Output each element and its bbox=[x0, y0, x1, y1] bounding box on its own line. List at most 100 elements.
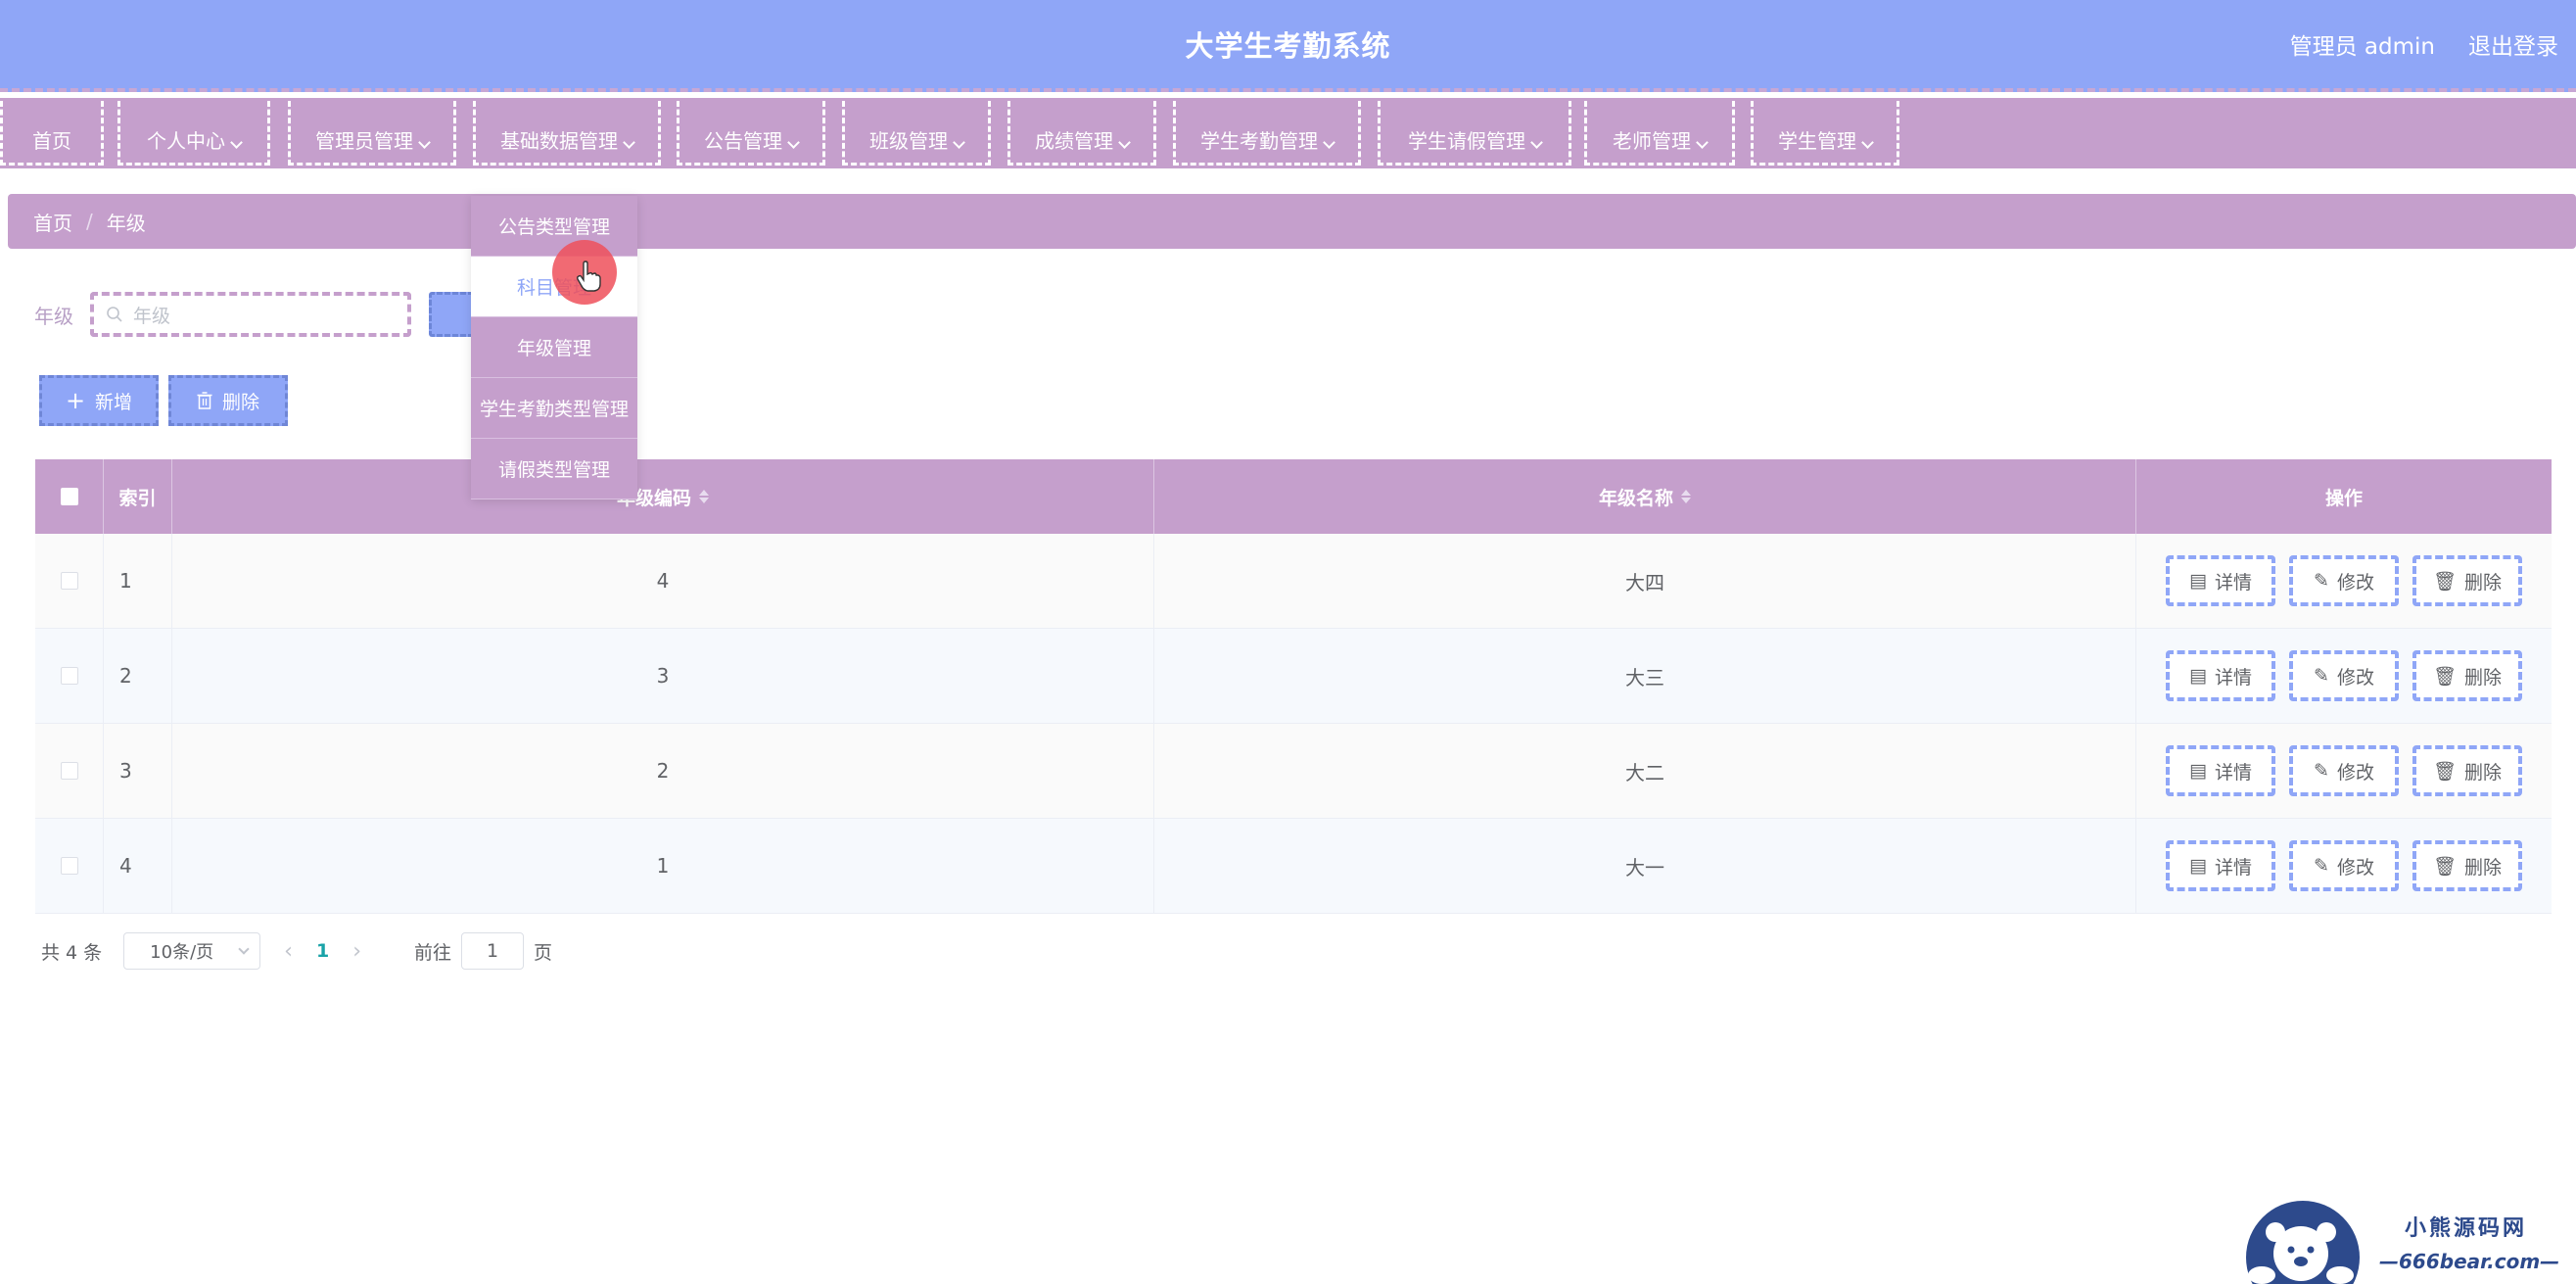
table-row: 1 4 大四 ▤ 详情 ✎ 修改 🗑 删除 bbox=[35, 534, 2552, 629]
batch-delete-label: 删除 bbox=[221, 391, 259, 413]
header-select-all[interactable] bbox=[35, 459, 104, 534]
nav-item-attendance[interactable]: 学生考勤管理 bbox=[1173, 101, 1361, 166]
logout-link[interactable]: 退出登录 bbox=[2468, 27, 2558, 61]
search-button[interactable] bbox=[429, 292, 474, 337]
cell-operations: ▤ 详情 ✎ 修改 🗑 删除 bbox=[2136, 724, 2552, 818]
current-user-label: 管理员 admin bbox=[2289, 34, 2435, 60]
detail-label: 详情 bbox=[2214, 571, 2252, 594]
nav-item-label: 成绩管理 bbox=[1035, 129, 1113, 153]
edit-button[interactable]: ✎ 修改 bbox=[2289, 840, 2399, 891]
detail-button[interactable]: ▤ 详情 bbox=[2166, 745, 2275, 796]
nav-item-label: 老师管理 bbox=[1613, 129, 1691, 153]
nav-item-teacher[interactable]: 老师管理 bbox=[1584, 101, 1735, 166]
document-icon: ▤ bbox=[2189, 855, 2207, 877]
cell-operations: ▤ 详情 ✎ 修改 🗑 删除 bbox=[2136, 629, 2552, 723]
detail-label: 详情 bbox=[2214, 856, 2252, 879]
page-size-select[interactable]: 10条/页 bbox=[123, 932, 261, 970]
table-row: 4 1 大一 ▤ 详情 ✎ 修改 🗑 删除 bbox=[35, 819, 2552, 914]
page-size-value: 10条/页 bbox=[150, 942, 214, 963]
cell-index: 1 bbox=[104, 534, 172, 628]
row-checkbox[interactable] bbox=[60, 667, 78, 685]
select-all-checkbox[interactable] bbox=[60, 488, 78, 505]
menu-item-notice-type[interactable]: 公告类型管理 bbox=[471, 196, 637, 257]
table-header: 索引 年级编码 年级名称 操作 bbox=[35, 459, 2552, 534]
nav-item-student[interactable]: 学生管理 bbox=[1751, 101, 1899, 166]
add-button[interactable]: + 新增 bbox=[39, 375, 159, 426]
edit-button[interactable]: ✎ 修改 bbox=[2289, 555, 2399, 606]
menu-item-grade[interactable]: 年级管理 bbox=[471, 317, 637, 378]
row-select bbox=[35, 629, 104, 723]
nav-item-label: 基础数据管理 bbox=[500, 129, 618, 153]
menu-item-attendance-type[interactable]: 学生考勤类型管理 bbox=[471, 378, 637, 439]
edit-button[interactable]: ✎ 修改 bbox=[2289, 650, 2399, 701]
sort-icon[interactable] bbox=[699, 490, 709, 503]
next-page-icon[interactable]: › bbox=[352, 939, 361, 964]
row-select bbox=[35, 534, 104, 628]
nav-item-score[interactable]: 成绩管理 bbox=[1007, 101, 1156, 166]
header-user-area: 管理员 admin 退出登录 bbox=[2290, 27, 2558, 61]
menu-item-leave-type[interactable]: 请假类型管理 bbox=[471, 439, 637, 499]
delete-button[interactable]: 🗑 删除 bbox=[2412, 745, 2522, 796]
nav-item-profile[interactable]: 个人中心 bbox=[117, 101, 270, 166]
document-icon: ▤ bbox=[2189, 760, 2207, 782]
nav-item-label: 公告管理 bbox=[704, 129, 782, 153]
nav-item-label: 学生管理 bbox=[1778, 129, 1856, 153]
delete-button[interactable]: 🗑 删除 bbox=[2412, 650, 2522, 701]
search-label: 年级 bbox=[34, 305, 73, 328]
cell-operations: ▤ 详情 ✎ 修改 🗑 删除 bbox=[2136, 819, 2552, 913]
trash-icon: 🗑 bbox=[2432, 570, 2458, 593]
cell-code: 2 bbox=[172, 724, 1154, 818]
bear-logo-icon bbox=[2246, 1201, 2360, 1284]
chevron-down-icon bbox=[238, 943, 250, 955]
nav-item-class[interactable]: 班级管理 bbox=[842, 101, 991, 166]
table-row: 2 3 大三 ▤ 详情 ✎ 修改 🗑 删除 bbox=[35, 629, 2552, 724]
detail-button[interactable]: ▤ 详情 bbox=[2166, 650, 2275, 701]
sort-icon[interactable] bbox=[1681, 490, 1691, 503]
chevron-down-icon bbox=[623, 136, 635, 149]
cell-name: 大四 bbox=[1154, 534, 2136, 628]
detail-label: 详情 bbox=[2214, 761, 2252, 784]
breadcrumb: 首页 / 年级 bbox=[8, 194, 2576, 249]
grade-table: 索引 年级编码 年级名称 操作 1 4 大四 ▤ 详情 ✎ 修改 🗑 删除 2 3 bbox=[35, 459, 2552, 914]
delete-button[interactable]: 🗑 删除 bbox=[2412, 840, 2522, 891]
plus-icon: + bbox=[65, 387, 86, 414]
detail-button[interactable]: ▤ 详情 bbox=[2166, 555, 2275, 606]
chevron-down-icon bbox=[230, 136, 243, 149]
row-checkbox[interactable] bbox=[60, 572, 78, 590]
trash-icon bbox=[197, 392, 212, 409]
chevron-down-icon bbox=[1696, 136, 1709, 149]
nav-item-notice[interactable]: 公告管理 bbox=[677, 101, 825, 166]
cell-code: 1 bbox=[172, 819, 1154, 913]
delete-button[interactable]: 🗑 删除 bbox=[2412, 555, 2522, 606]
chevron-down-icon bbox=[1530, 136, 1543, 149]
hand-cursor-icon bbox=[576, 261, 601, 292]
nav-item-label: 首页 bbox=[32, 129, 71, 153]
goto-page-input[interactable]: 1 bbox=[461, 932, 525, 970]
table-row: 3 2 大二 ▤ 详情 ✎ 修改 🗑 删除 bbox=[35, 724, 2552, 819]
header-code[interactable]: 年级编码 bbox=[172, 459, 1154, 534]
nav-item-admin[interactable]: 管理员管理 bbox=[288, 101, 456, 166]
row-checkbox[interactable] bbox=[60, 762, 78, 780]
nav-item-leave[interactable]: 学生请假管理 bbox=[1378, 101, 1571, 166]
nav-item-basic-data[interactable]: 基础数据管理 bbox=[473, 101, 661, 166]
batch-delete-button[interactable]: 删除 bbox=[168, 375, 288, 426]
prev-page-icon[interactable]: ‹ bbox=[284, 939, 293, 964]
detail-button[interactable]: ▤ 详情 bbox=[2166, 840, 2275, 891]
chevron-down-icon bbox=[953, 136, 965, 149]
cell-index: 2 bbox=[104, 629, 172, 723]
search-input[interactable]: 年级 bbox=[90, 292, 411, 337]
delete-label: 删除 bbox=[2464, 666, 2503, 689]
nav-item-home[interactable]: 首页 bbox=[0, 101, 104, 166]
current-page[interactable]: 1 bbox=[316, 940, 329, 962]
breadcrumb-home[interactable]: 首页 bbox=[33, 208, 72, 236]
nav-item-label: 个人中心 bbox=[147, 129, 225, 153]
header-name[interactable]: 年级名称 bbox=[1154, 459, 2136, 534]
edit-button[interactable]: ✎ 修改 bbox=[2289, 745, 2399, 796]
goto-prefix: 前往 bbox=[414, 941, 452, 964]
cell-code: 4 bbox=[172, 534, 1154, 628]
row-checkbox[interactable] bbox=[60, 857, 78, 875]
pencil-icon: ✎ bbox=[2314, 760, 2329, 782]
table-body: 1 4 大四 ▤ 详情 ✎ 修改 🗑 删除 2 3 大三 ▤ 详情 ✎ 修改 🗑 删除 3 … bbox=[35, 534, 2552, 914]
cell-operations: ▤ 详情 ✎ 修改 🗑 删除 bbox=[2136, 534, 2552, 628]
top-header: 大学生考勤系统 管理员 admin 退出登录 bbox=[0, 0, 2576, 92]
